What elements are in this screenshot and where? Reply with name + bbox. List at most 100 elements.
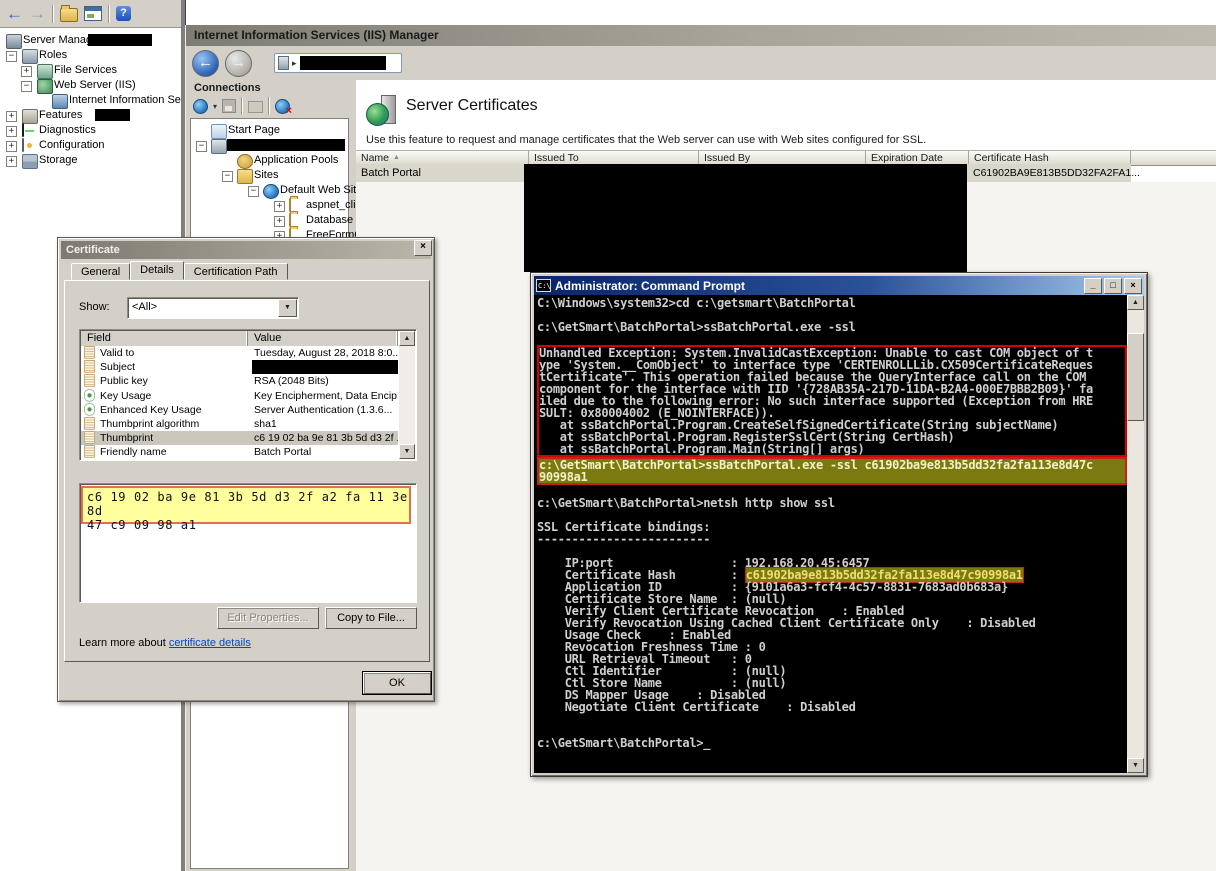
column-header-issued-by[interactable]: Issued By [699, 151, 866, 165]
iis-forward-button[interactable]: → [225, 50, 252, 77]
ok-button[interactable]: OK [363, 672, 431, 694]
scroll-down-icon[interactable]: ▼ [399, 444, 415, 459]
show-label: Show: [79, 301, 110, 313]
tree-item-label: Web Server (IIS) [54, 79, 136, 91]
doc-icon [84, 360, 95, 373]
close-icon[interactable]: × [414, 240, 432, 256]
tree-expander[interactable]: − [222, 171, 233, 182]
site-globe-icon [263, 184, 279, 199]
close-icon[interactable]: × [1124, 278, 1142, 294]
console-line [537, 713, 1127, 725]
field-row-thumbprint-algorithm[interactable]: Thumbprint algorithmsha1 [81, 417, 398, 431]
tree-item-database[interactable]: +Database [191, 213, 348, 228]
iis-navigation-toolbar: ← → ▸ [186, 46, 1216, 80]
tree-expander[interactable]: − [21, 81, 32, 92]
maximize-icon[interactable]: □ [1104, 278, 1122, 294]
tree-expander[interactable]: + [6, 156, 17, 167]
tree-item-default-web-site[interactable]: −Default Web Site [191, 183, 348, 198]
tab-general[interactable]: General [71, 263, 130, 280]
tree-item-internet-information-se[interactable]: Internet Information Se [0, 93, 181, 108]
tree-expander[interactable]: + [274, 216, 285, 227]
tree-expander[interactable]: + [6, 141, 17, 152]
minimize-icon[interactable]: _ [1084, 278, 1102, 294]
console-window-icon[interactable] [84, 6, 102, 21]
tree-item-diagnostics[interactable]: +Diagnostics [0, 123, 181, 138]
tree-item-server-manager-[interactable]: Server Manager ( [0, 33, 181, 48]
iis-address-bar[interactable]: ▸ [274, 53, 402, 73]
field-row-valid-to[interactable]: Valid toTuesday, August 28, 2018 8:0... [81, 346, 398, 360]
tree-expander[interactable]: − [6, 51, 17, 62]
console-line: at ssBatchPortal.Program.Main(String[] a… [539, 443, 1125, 455]
server-manager-toolbar: ← → ? [0, 0, 185, 28]
field-row-subject[interactable]: Subject [81, 360, 398, 374]
tree-item-sites[interactable]: −Sites [191, 168, 348, 183]
tree-item-roles[interactable]: − Roles [0, 48, 181, 63]
column-header-certificate-hash[interactable]: Certificate Hash [969, 151, 1131, 165]
tree-item-redacted[interactable]: − [191, 138, 348, 153]
scroll-up-icon[interactable]: ▲ [1127, 295, 1144, 310]
certificate-details-link[interactable]: certificate details [169, 637, 251, 649]
field-row-thumbprint[interactable]: Thumbprintc6 19 02 ba 9e 81 3b 5d d3 2f … [81, 431, 398, 445]
tree-expander[interactable]: − [196, 141, 207, 152]
back-icon[interactable]: ← [6, 5, 23, 22]
forward-icon[interactable]: → [29, 5, 46, 22]
save-connections-icon[interactable] [222, 99, 236, 113]
fields-list-scrollbar[interactable]: ▲ ▼ [399, 331, 415, 459]
toolbar-separator [108, 5, 110, 23]
tab-details[interactable]: Details [130, 261, 184, 280]
tree-expander[interactable]: + [274, 201, 285, 212]
show-dropdown[interactable]: <All> ▼ [127, 297, 299, 319]
disconnect-icon[interactable] [275, 99, 290, 114]
field-row-enhanced-key-usage[interactable]: Enhanced Key UsageServer Authentication … [81, 403, 398, 417]
field-name: Valid to [100, 347, 134, 359]
chevron-down-icon[interactable]: ▾ [213, 102, 217, 111]
details-tab-page: Show: <All> ▼ FieldValue Valid toTuesday… [64, 280, 430, 662]
tree-expander[interactable]: + [21, 66, 32, 77]
tree-item-label: Roles [39, 49, 67, 61]
folder-icon [289, 198, 291, 212]
field-row-friendly-name[interactable]: Friendly nameBatch Portal [81, 445, 398, 459]
iis-back-button[interactable]: ← [192, 50, 219, 77]
tree-expander[interactable]: + [6, 111, 17, 122]
field-row-key-usage[interactable]: Key UsageKey Encipherment, Data Encip... [81, 389, 398, 403]
doc-icon [84, 417, 95, 430]
tree-item-configuration[interactable]: +Configuration [0, 138, 181, 153]
tree-expander[interactable]: + [6, 126, 17, 137]
scroll-down-icon[interactable]: ▼ [1127, 758, 1144, 773]
tree-item-file-services[interactable]: +File Services [0, 63, 181, 78]
tree-item-start-page[interactable]: Start Page [191, 123, 348, 138]
console-line: Negotiate Client Certificate : Disabled [537, 701, 1127, 713]
console-line: 90998a1 [539, 471, 1125, 483]
chevron-down-icon[interactable]: ▼ [278, 299, 297, 317]
tree-item-features[interactable]: +Features [0, 108, 181, 123]
list-column-header-field[interactable]: Field [81, 331, 248, 346]
tree-item-storage[interactable]: +Storage [0, 153, 181, 168]
scrollbar-thumb[interactable] [1127, 333, 1144, 421]
column-header-expiration-date[interactable]: Expiration Date [866, 151, 969, 165]
connections-toolbar: ▾ [190, 96, 351, 116]
list-column-header-value[interactable]: Value [248, 331, 398, 346]
command-prompt-titlebar[interactable]: C:\ Administrator: Command Prompt _ □ × [534, 276, 1144, 295]
features-icon [22, 109, 38, 124]
field-value: c6 19 02 ba 9e 81 3b 5d d3 2f ... [254, 432, 398, 444]
up-level-icon[interactable] [248, 101, 263, 113]
help-icon[interactable]: ? [116, 6, 131, 21]
console-client-area: C:\Windows\system32>cd c:\getsmart\Batch… [534, 295, 1144, 773]
column-header-name[interactable]: Name▲ [356, 151, 529, 165]
tree-item-web-server-iis-[interactable]: − Web Server (IIS) [0, 78, 181, 93]
tree-item-label: Application Pools [254, 154, 338, 166]
field-value: Server Authentication (1.3.6... [254, 404, 392, 416]
export-folder-icon[interactable] [60, 8, 78, 22]
tree-item-aspnet-client[interactable]: +aspnet_client [191, 198, 348, 213]
field-row-public-key[interactable]: Public keyRSA (2048 Bits) [81, 374, 398, 388]
connect-server-icon[interactable] [193, 99, 208, 114]
tree-item-application-pools[interactable]: Application Pools [191, 153, 348, 168]
scroll-up-icon[interactable]: ▲ [399, 331, 415, 346]
copy-to-file-button[interactable]: Copy to File... [325, 607, 417, 629]
tab-certification-path[interactable]: Certification Path [184, 263, 288, 280]
tree-expander[interactable]: − [248, 186, 259, 197]
column-header-issued-to[interactable]: Issued To [529, 151, 699, 165]
console-scrollbar[interactable]: ▲ ▼ [1127, 295, 1144, 773]
app-pools-icon [237, 154, 253, 169]
column-header-filler[interactable] [1131, 151, 1216, 165]
